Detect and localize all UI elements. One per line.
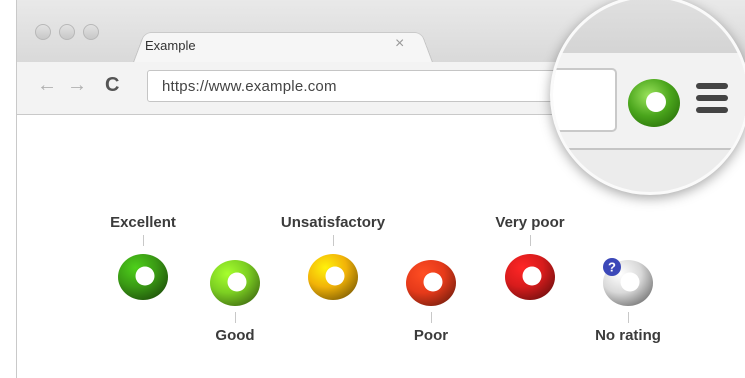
connector-tick [332, 235, 334, 246]
rating-label: No rating [595, 327, 661, 344]
rating-legend: Excellent Good Unsatisfactory Poor Very poor… [0, 200, 745, 370]
menu-icon[interactable] [696, 83, 728, 119]
rating-label: Very poor [495, 214, 565, 231]
close-icon[interactable]: × [395, 35, 404, 53]
rating-ring-icon: ? [603, 258, 653, 306]
window-minimize-icon[interactable] [59, 24, 75, 40]
magnified-address-bar [553, 68, 617, 132]
connector-tick [529, 235, 531, 246]
reload-icon[interactable]: C [105, 74, 119, 97]
rating-label: Poor [413, 327, 449, 344]
rating-item: ? No rating [568, 256, 688, 344]
connector-tick [142, 235, 144, 246]
rating-label: Unsatisfactory [280, 214, 386, 231]
magnifier-callout [550, 0, 745, 195]
forward-arrow-icon[interactable]: → [67, 74, 87, 97]
rating-ring-icon [406, 260, 456, 306]
rating-label: Good [215, 327, 255, 344]
magnified-tab-bar [553, 0, 745, 53]
rating-ring-icon [118, 254, 168, 300]
connector-tick [430, 312, 432, 323]
window-maximize-icon[interactable] [83, 24, 99, 40]
rating-ring-icon [505, 254, 555, 300]
rating-label: Excellent [110, 214, 176, 231]
rating-ring-icon [210, 260, 260, 306]
question-mark: ? [608, 260, 616, 275]
url-text: https://www.example.com [162, 78, 337, 95]
tab-title: Example [145, 38, 196, 53]
connector-tick [627, 312, 629, 323]
extension-ring-icon[interactable] [625, 74, 683, 132]
rating-ring-icon [308, 254, 358, 300]
back-arrow-icon[interactable]: ← [37, 74, 57, 97]
address-bar[interactable]: https://www.example.com [147, 70, 577, 102]
connector-tick [234, 312, 236, 323]
window-close-icon[interactable] [35, 24, 51, 40]
